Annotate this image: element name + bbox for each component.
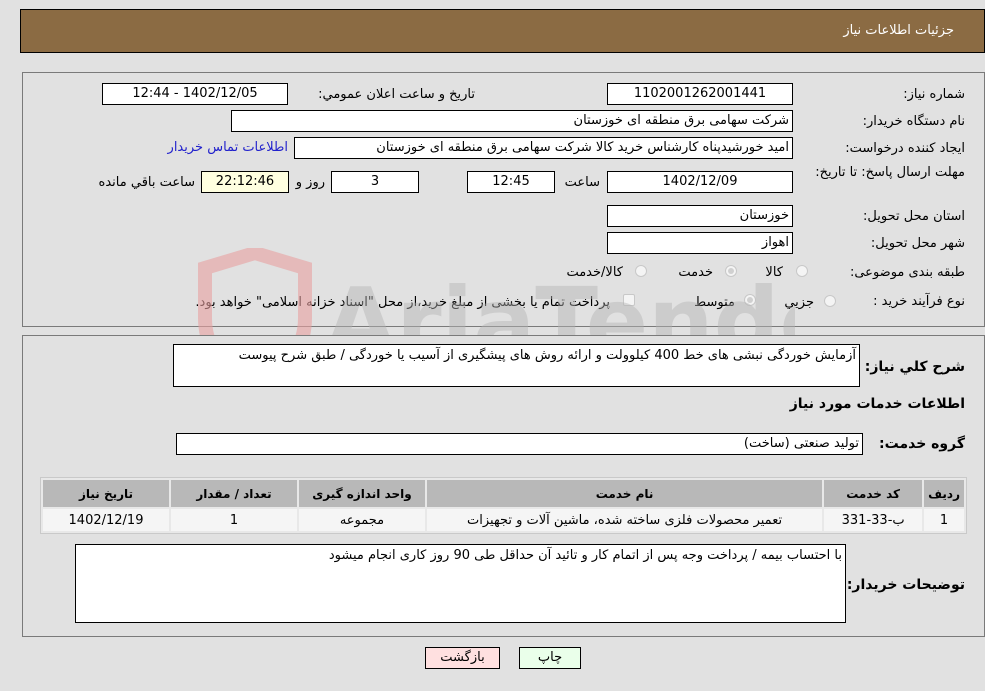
service-group-field[interactable]: تولید صنعتی (ساخت)	[176, 433, 863, 455]
city-label: شهر محل تحويل:	[870, 236, 965, 251]
days-label: روز و	[295, 175, 325, 190]
category-goods-label: کالا	[765, 265, 783, 280]
cell-quantity: 1	[171, 509, 297, 531]
purchase-type-label: نوع فرآيند خريد :	[873, 294, 965, 309]
announce-datetime-label: تاريخ و ساعت اعلان عمومي:	[318, 87, 475, 102]
col-quantity: تعداد / مقدار	[171, 480, 297, 507]
col-need-date: تاريخ نياز	[43, 480, 169, 507]
table-row: 1 ب-33-331 تعمیر محصولات فلزی ساخته شده،…	[43, 509, 964, 531]
cell-need-date: 1402/12/19	[43, 509, 169, 531]
page-header: جزئیات اطلاعات نیاز	[20, 9, 985, 53]
back-button[interactable]: بازگشت	[425, 647, 500, 669]
days-remaining-field: 3	[331, 171, 419, 193]
announce-datetime-field[interactable]: 1402/12/05 - 12:44	[102, 83, 288, 105]
services-table: رديف کد خدمت نام خدمت واحد اندازه گيری ت…	[40, 477, 967, 534]
requester-label: ايجاد کننده درخواست:	[845, 141, 965, 156]
print-button[interactable]: چاپ	[519, 647, 581, 669]
service-group-label: گروه خدمت:	[879, 436, 965, 452]
category-label: طبقه بندی موضوعی:	[849, 265, 965, 280]
purchase-type-medium-label: متوسط	[694, 295, 735, 310]
purchase-type-medium-radio[interactable]	[744, 294, 756, 306]
buyer-notes-textarea[interactable]: با احتساب بیمه / پرداخت وجه پس از اتمام …	[75, 544, 846, 623]
col-service-code: کد خدمت	[824, 480, 923, 507]
col-unit: واحد اندازه گيری	[299, 480, 425, 507]
page-title: جزئیات اطلاعات نیاز	[843, 23, 954, 38]
purchase-type-minor-radio[interactable]	[824, 295, 836, 307]
buyer-contact-link[interactable]: اطلاعات تماس خريدار	[168, 140, 288, 155]
cell-service-code: ب-33-331	[824, 509, 923, 531]
deadline-label: مهلت ارسال پاسخ: تا تاريخ:	[815, 165, 965, 180]
description-textarea[interactable]: آزمایش خوردگی نبشی های خط 400 کیلوولت و …	[173, 344, 860, 387]
cell-service-name: تعمیر محصولات فلزی ساخته شده، ماشین آلات…	[427, 509, 823, 531]
requester-field[interactable]: امید خورشیدپناه کارشناس خرید کالا شرکت س…	[294, 137, 793, 159]
services-section-title: اطلاعات خدمات مورد نياز	[789, 396, 965, 412]
province-field[interactable]: خوزستان	[607, 205, 793, 227]
category-service-label: خدمت	[678, 265, 713, 280]
col-row-number: رديف	[924, 480, 964, 507]
deadline-time-label: ساعت	[564, 175, 600, 190]
cell-row-number: 1	[924, 509, 964, 531]
category-service-radio[interactable]	[725, 265, 737, 277]
treasury-checkbox-label: پرداخت تمام يا بخشی از مبلغ خريد،از محل …	[195, 295, 610, 310]
deadline-date-field[interactable]: 1402/12/09	[607, 171, 793, 193]
cell-unit: مجموعه	[299, 509, 425, 531]
deadline-time-field[interactable]: 12:45	[467, 171, 555, 193]
buyer-notes-label: توضيحات خريدار:	[846, 577, 965, 593]
category-goods-service-label: کالا/خدمت	[566, 265, 623, 280]
purchase-type-minor-label: جزيي	[784, 295, 814, 310]
buyer-org-field[interactable]: شرکت سهامی برق منطقه ای خوزستان	[231, 110, 793, 132]
time-remaining-field: 22:12:46	[201, 171, 289, 193]
category-goods-radio[interactable]	[796, 265, 808, 277]
time-remaining-label: ساعت باقي مانده	[98, 175, 195, 190]
need-number-field[interactable]: 1102001262001441	[607, 83, 793, 105]
description-label: شرح کلي نياز:	[864, 359, 965, 375]
col-service-name: نام خدمت	[427, 480, 823, 507]
category-goods-service-radio[interactable]	[635, 265, 647, 277]
buyer-org-label: نام دستگاه خريدار:	[862, 114, 965, 129]
need-number-label: شماره نیاز:	[903, 87, 965, 102]
province-label: استان محل تحويل:	[863, 209, 965, 224]
treasury-checkbox[interactable]	[623, 294, 635, 306]
table-header-row: رديف کد خدمت نام خدمت واحد اندازه گيری ت…	[43, 480, 964, 507]
city-field[interactable]: اهواز	[607, 232, 793, 254]
